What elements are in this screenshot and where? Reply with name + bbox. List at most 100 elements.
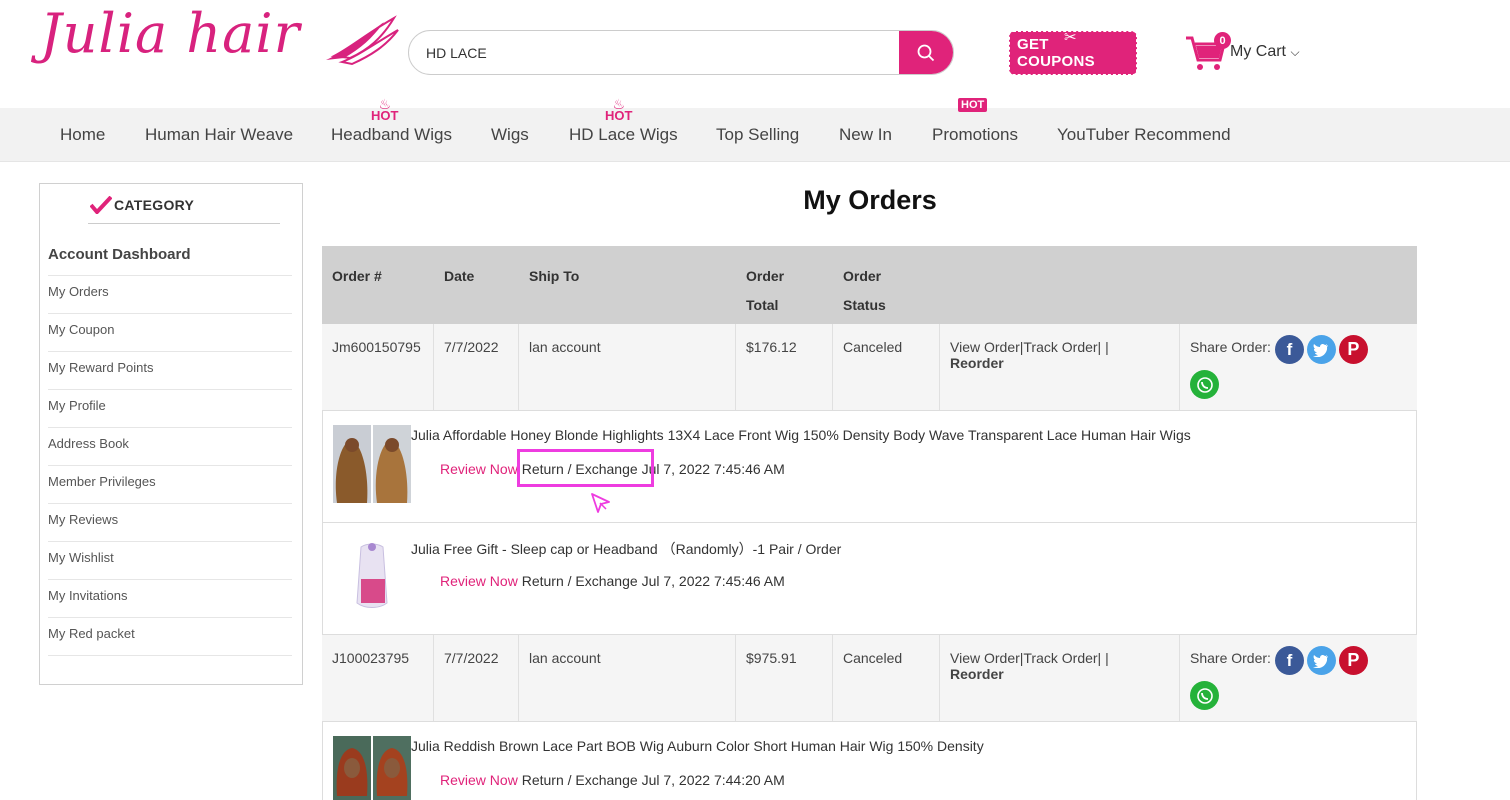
pinterest-icon[interactable]: P: [1338, 335, 1368, 364]
site-header: Julia hair GET COUPONS ✂ 0 My Cart ⌵: [0, 0, 1510, 108]
list-item: Julia Reddish Brown Lace Part BOB Wig Au…: [322, 722, 1417, 800]
cart-count-badge: 0: [1214, 32, 1231, 49]
twitter-icon[interactable]: [1306, 646, 1336, 675]
category-heading: CATEGORY: [90, 196, 194, 214]
col-order-number: Order #: [332, 268, 382, 284]
sidebar-item-member-privileges[interactable]: Member Privileges: [48, 466, 292, 504]
twitter-icon[interactable]: [1306, 335, 1336, 364]
order-status: Canceled: [833, 324, 940, 410]
product-title[interactable]: Julia Free Gift - Sleep cap or Headband …: [411, 539, 841, 559]
facebook-icon[interactable]: f: [1274, 646, 1304, 675]
share-order: Share Order: f P: [1180, 324, 1417, 410]
list-item: Julia Free Gift - Sleep cap or Headband …: [322, 523, 1417, 635]
item-timestamp: Jul 7, 2022 7:44:20 AM: [641, 772, 785, 788]
nav-hd-lace-wigs[interactable]: ♨ HOT HD Lace Wigs: [569, 97, 678, 145]
item-actions: Review Now Return / Exchange Jul 7, 2022…: [440, 772, 785, 788]
view-track-order-link[interactable]: View Order|Track Order| |: [950, 339, 1109, 355]
col-order-total: Order Total: [746, 268, 785, 313]
logo-text: Julia hair: [40, 2, 301, 65]
nav-home[interactable]: Home: [60, 125, 105, 145]
share-order-label: Share Order:: [1190, 650, 1271, 666]
pointer-cursor-icon: [591, 493, 610, 513]
product-thumbnail[interactable]: [333, 425, 411, 503]
sidebar-item-my-orders[interactable]: My Orders: [48, 276, 292, 314]
highlight-box: [517, 449, 654, 487]
hot-badge: HOT: [958, 98, 988, 112]
search-icon: [917, 44, 935, 61]
sidebar-item-my-wishlist[interactable]: My Wishlist: [48, 542, 292, 580]
product-image: [333, 537, 411, 615]
product-thumbnail[interactable]: [333, 537, 411, 615]
review-now-link[interactable]: Review Now: [440, 772, 518, 788]
whatsapp-icon[interactable]: [1190, 681, 1219, 710]
search-button[interactable]: [899, 31, 953, 74]
return-exchange-link[interactable]: Return / Exchange: [522, 772, 638, 788]
page-title: My Orders: [803, 185, 937, 215]
sidebar-item-my-invitations[interactable]: My Invitations: [48, 580, 292, 618]
orders-table: Order # Date Ship To Order Total Order Sta…: [322, 246, 1417, 800]
table-header: Order # Date Ship To Order Total Order Sta…: [322, 246, 1417, 324]
chevron-down-icon: ⌵: [1290, 45, 1300, 59]
order-number: Jm600150795: [322, 324, 434, 410]
table-row: Jm600150795 7/7/2022 lan account $176.12…: [322, 324, 1417, 411]
product-title[interactable]: Julia Affordable Honey Blonde Highlights…: [411, 427, 1191, 443]
nav-wigs[interactable]: Wigs: [491, 125, 529, 145]
product-image: [333, 736, 411, 800]
pinterest-icon[interactable]: P: [1338, 646, 1368, 675]
cart-button[interactable]: 0 My Cart ⌵: [1184, 30, 1324, 74]
sidebar-item-my-red-packet[interactable]: My Red packet: [48, 618, 292, 656]
sidebar-item-account-dashboard[interactable]: Account Dashboard: [48, 239, 292, 276]
view-track-order-link[interactable]: View Order|Track Order| |: [950, 650, 1109, 666]
review-now-link[interactable]: Review Now: [440, 461, 518, 477]
account-sidebar: CATEGORY Account Dashboard My Orders My …: [39, 183, 303, 685]
nav-top-selling[interactable]: Top Selling: [716, 125, 799, 145]
sidebar-item-my-reviews[interactable]: My Reviews: [48, 504, 292, 542]
order-total: $176.12: [736, 324, 833, 410]
sidebar-item-address-book[interactable]: Address Book: [48, 428, 292, 466]
order-date: 7/7/2022: [434, 324, 519, 410]
share-order: Share Order: f P: [1180, 635, 1417, 721]
order-actions: View Order|Track Order| | Reorder: [940, 635, 1180, 721]
reorder-link[interactable]: Reorder: [950, 666, 1004, 682]
julia-hair-logo[interactable]: Julia hair: [40, 2, 399, 82]
item-actions: Review Now Return / Exchange Jul 7, 2022…: [440, 573, 785, 589]
scissors-icon: ✂: [1064, 29, 1077, 46]
nav-human-hair-weave[interactable]: Human Hair Weave: [145, 125, 293, 145]
sidebar-item-my-profile[interactable]: My Profile: [48, 390, 292, 428]
nav-youtuber-recommend[interactable]: YouTuber Recommend: [1057, 125, 1231, 145]
whatsapp-icon[interactable]: [1190, 370, 1219, 399]
order-total: $975.91: [736, 635, 833, 721]
review-now-link[interactable]: Review Now: [440, 573, 518, 589]
order-number: J100023795: [322, 635, 434, 721]
reorder-link[interactable]: Reorder: [950, 355, 1004, 371]
facebook-icon[interactable]: f: [1274, 335, 1304, 364]
product-image: [333, 425, 411, 503]
nav-headband-wigs[interactable]: ♨ HOT Headband Wigs: [331, 97, 452, 145]
checkmark-icon: [90, 196, 112, 214]
order-date: 7/7/2022: [434, 635, 519, 721]
order-actions: View Order|Track Order| | Reorder: [940, 324, 1180, 410]
order-status: Canceled: [833, 635, 940, 721]
ship-to: lan account: [519, 324, 736, 410]
search-input[interactable]: [409, 31, 899, 74]
sidebar-menu: Account Dashboard My Orders My Coupon My…: [48, 239, 292, 656]
return-exchange-link[interactable]: Return / Exchange: [522, 573, 638, 589]
divider: [88, 223, 280, 224]
list-item: Julia Affordable Honey Blonde Highlights…: [322, 411, 1417, 523]
col-ship-to: Ship To: [529, 268, 580, 284]
hot-badge: ♨ HOT: [605, 96, 633, 123]
share-order-label: Share Order:: [1190, 339, 1271, 355]
wing-icon: [326, 15, 399, 66]
col-date: Date: [444, 268, 475, 284]
product-title[interactable]: Julia Reddish Brown Lace Part BOB Wig Au…: [411, 738, 984, 754]
table-row: J100023795 7/7/2022 lan account $975.91 …: [322, 635, 1417, 722]
nav-promotions[interactable]: HOT Promotions: [932, 98, 1018, 145]
sidebar-item-my-coupon[interactable]: My Coupon: [48, 314, 292, 352]
cart-label: My Cart ⌵: [1230, 43, 1300, 60]
hot-badge: ♨ HOT: [371, 96, 399, 123]
search-bar: [408, 30, 954, 75]
ship-to: lan account: [519, 635, 736, 721]
product-thumbnail[interactable]: [333, 736, 411, 800]
sidebar-item-my-reward-points[interactable]: My Reward Points: [48, 352, 292, 390]
nav-new-in[interactable]: New In: [839, 125, 892, 145]
